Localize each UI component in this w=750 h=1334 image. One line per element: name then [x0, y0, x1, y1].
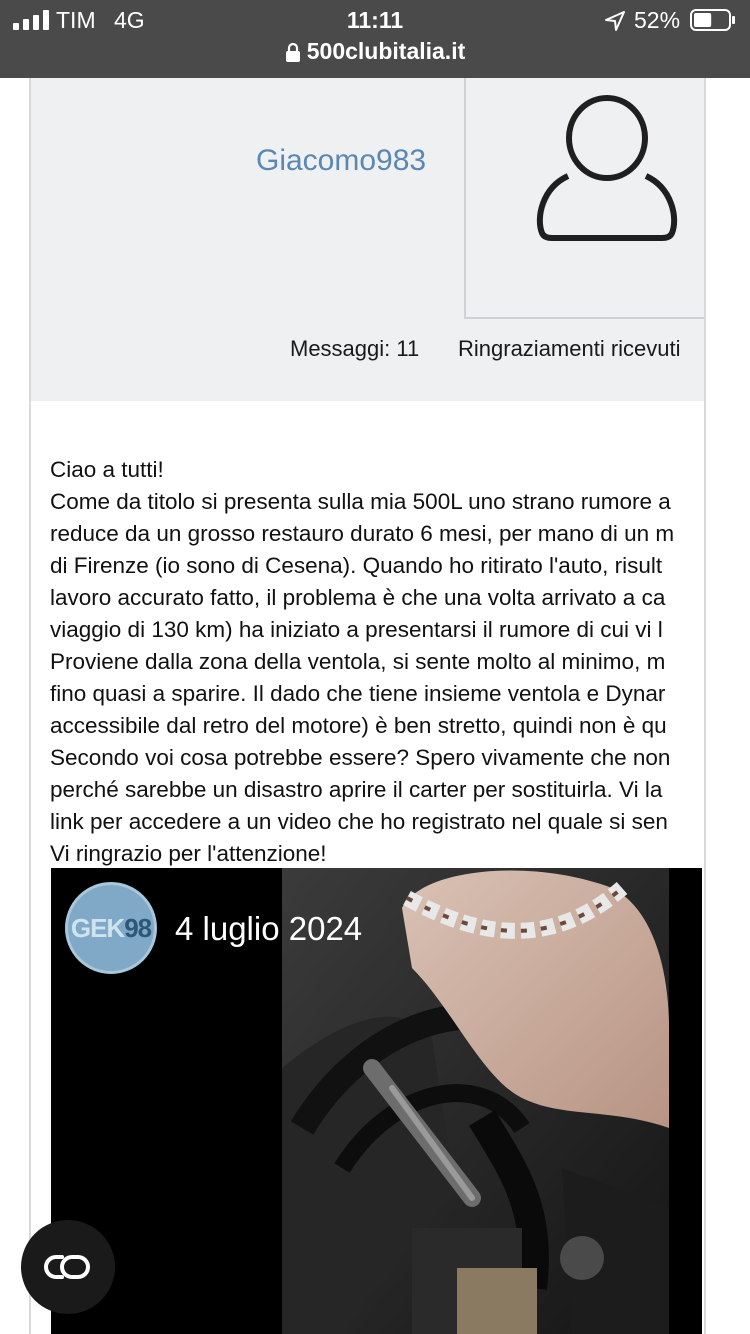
author-panel: Giacomo983 Messaggi: 11 Ringraziamenti r…: [31, 78, 704, 401]
channel-logo-number: 98: [124, 912, 152, 943]
reader-mode-button[interactable]: [21, 1220, 115, 1314]
forum-post: Giacomo983 Messaggi: 11 Ringraziamenti r…: [29, 78, 706, 1334]
post-line: Vi ringrazio per l'attenzione!: [50, 841, 327, 866]
author-username[interactable]: Giacomo983: [256, 144, 426, 178]
channel-logo[interactable]: GEK98: [65, 882, 157, 974]
status-bar: TIM 4G 11:11 52%: [0, 0, 750, 40]
post-line: Secondo voi cosa potrebbe essere? Spero …: [50, 745, 671, 770]
post-line: Come da titolo si presenta sulla mia 500…: [50, 489, 671, 514]
address-bar[interactable]: 500clubitalia.it: [0, 38, 750, 74]
battery-percent: 52%: [634, 7, 681, 33]
post-line: lavoro accurato fatto, il problema è che…: [50, 585, 666, 610]
channel-logo-text: GEK: [70, 912, 125, 943]
message-count: Messaggi: 11: [290, 336, 420, 361]
lock-icon: [285, 42, 300, 62]
post-line: fino quasi a sparire. Il dado che tiene …: [50, 681, 666, 706]
browser-top-bar: TIM 4G 11:11 52% 500clubitalia.it: [0, 0, 750, 78]
post-line: accessibile dal retro del motore) è ben …: [50, 713, 667, 738]
post-line: Ciao a tutti!: [50, 457, 164, 482]
url-text: 500clubitalia.it: [306, 38, 466, 64]
post-line: viaggio di 130 km) ha iniziato a present…: [50, 617, 663, 642]
post-line: Proviene dalla zona della ventola, si se…: [50, 649, 666, 674]
thanks-received: Ringraziamenti ricevuti: [458, 336, 681, 361]
post-line: reduce da un grosso restauro durato 6 me…: [50, 521, 675, 546]
author-stats: Messaggi: 11 Ringraziamenti ricevuti: [31, 334, 704, 364]
reader-mode-icon: [44, 1255, 90, 1279]
avatar[interactable]: [464, 78, 704, 319]
battery-icon: [690, 9, 735, 31]
embedded-video[interactable]: GEK98 4 luglio 2024: [51, 868, 702, 1334]
post-line: perché sarebbe un disastro aprire il car…: [50, 777, 663, 802]
location-icon: [605, 11, 625, 31]
post-body: Ciao a tutti! Come da titolo si presenta…: [50, 454, 704, 870]
post-line: link per accedere a un video che ho regi…: [50, 809, 668, 834]
post-line: di Firenze (io sono di Cesena). Quando h…: [50, 553, 663, 578]
video-date: 4 luglio 2024: [175, 910, 363, 947]
user-silhouette-icon: [536, 95, 678, 241]
